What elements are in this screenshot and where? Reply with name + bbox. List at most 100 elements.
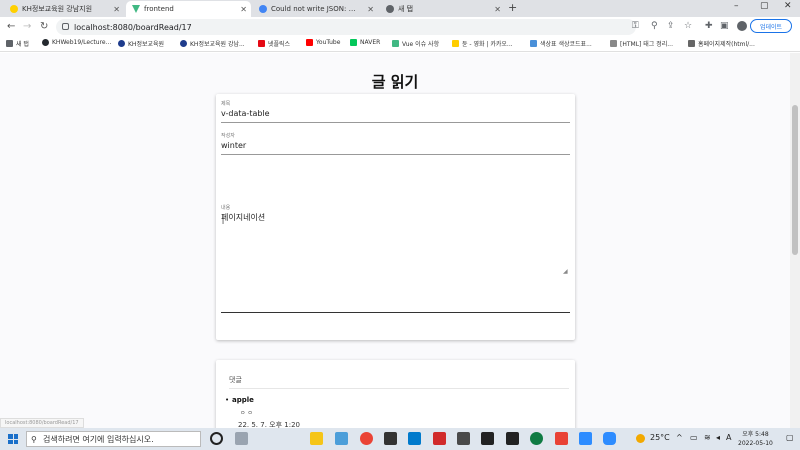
tab-label: Could not write JSON: could no (271, 5, 359, 13)
tab-could-not-write-json[interactable]: Could not write JSON: could no ✕ (253, 1, 378, 17)
content-label: 내용 (221, 205, 231, 211)
close-icon[interactable]: ✕ (240, 5, 247, 14)
scrollbar-thumb[interactable] (792, 105, 798, 255)
tab-label: KH정보교육원 강남지원 (22, 5, 93, 13)
zoom-icon[interactable] (603, 432, 616, 445)
palette-icon (530, 40, 537, 47)
files-icon[interactable] (335, 432, 348, 445)
share-icon[interactable]: ⇪ (667, 21, 675, 31)
bookmark-netflix[interactable]: 넷플릭스 (258, 39, 290, 48)
terminal-icon[interactable] (384, 432, 397, 445)
status-url: localhost:8080/boardRead/17 (0, 418, 84, 428)
task-view-icon[interactable] (210, 432, 223, 445)
comments-title: 댓글 (229, 376, 242, 384)
bookmark-dune[interactable]: 듄 - 영화 | 카카오... (452, 39, 513, 48)
widgets-icon[interactable] (235, 432, 248, 445)
bookmarks-bar: 새 탭 KHWeb19/Lecture... KH정보교육원 KH정보교육원 강… (0, 37, 800, 52)
console-icon[interactable] (506, 432, 519, 445)
comment-item: • apple (225, 396, 254, 404)
bullet-icon: • (225, 396, 230, 404)
star-icon[interactable]: ☆ (684, 21, 692, 31)
system-clock[interactable]: 오후 5:48 2022-05-10 (738, 430, 773, 448)
bookmark-vue-issue[interactable]: Vue 이슈 사항 (392, 39, 439, 48)
minimize-button[interactable]: – (734, 1, 739, 11)
weather-temp[interactable]: 25°C (650, 433, 670, 442)
content-value[interactable]: 페이지네이션 (221, 212, 570, 223)
notification-icon[interactable]: ▢ (786, 433, 794, 442)
taskbar-search-input[interactable]: ⚲ 검색하려면 여기에 입력하십시오. (26, 431, 201, 447)
page-viewport: 글 읽기 제목 v-data-table 작성자 winter 내용 페이지네이… (0, 53, 790, 428)
edge-icon[interactable] (530, 432, 543, 445)
side-panel-icon[interactable]: ▣ (720, 21, 729, 31)
bookmark-color-chart[interactable]: 색상표 색상코드표... (530, 39, 592, 48)
writer-label: 작성자 (221, 133, 235, 139)
title-field[interactable]: 제목 v-data-table (221, 100, 570, 123)
wifi-icon[interactable]: ≋ (704, 433, 711, 442)
info-icon[interactable] (62, 23, 69, 30)
vue-icon (392, 40, 399, 47)
grid-icon (6, 40, 13, 47)
resize-handle-icon[interactable]: ◢ (563, 268, 568, 275)
bookmark-label: [HTML] 태그 정리... (620, 41, 673, 48)
intellij-icon[interactable] (457, 432, 470, 445)
close-window-button[interactable]: ✕ (784, 1, 792, 11)
key-icon[interactable]: ⚿ (632, 21, 639, 31)
close-icon[interactable]: ✕ (494, 5, 501, 14)
vscode-icon[interactable] (408, 432, 421, 445)
bookmark-new-tab[interactable]: 새 탭 (6, 39, 29, 48)
bookmark-khweb19[interactable]: KHWeb19/Lecture... (42, 39, 111, 46)
title-value[interactable]: v-data-table (221, 109, 570, 123)
title-label: 제목 (221, 101, 231, 107)
bookmark-kh-gangnam[interactable]: KH정보교육원 강남... (180, 39, 245, 48)
kakaotalk-icon[interactable] (310, 432, 323, 445)
profile-avatar[interactable] (737, 21, 747, 31)
bookmark-html-tags[interactable]: [HTML] 태그 정리... (610, 39, 673, 48)
tray-arrow-icon[interactable]: ^ (676, 433, 683, 442)
update-button[interactable]: 업데이트 (750, 19, 792, 33)
tab-frontend[interactable]: frontend ✕ (126, 1, 251, 17)
tab-label: frontend (144, 5, 174, 13)
bookmark-homepage[interactable]: 홈페이지제작(html/... (688, 39, 755, 48)
bookmark-kh[interactable]: KH정보교육원 (118, 39, 164, 48)
cmd-icon[interactable] (481, 432, 494, 445)
content-textarea[interactable]: 내용 페이지네이션 (221, 204, 570, 312)
volume-icon[interactable]: ◂ (716, 433, 720, 442)
windows-start-icon[interactable] (8, 434, 18, 444)
ime-icon[interactable]: A (726, 433, 731, 442)
address-bar[interactable]: localhost:8080/boardRead/17 (56, 19, 636, 35)
zoom-icon[interactable]: ⚲ (651, 21, 658, 31)
new-tab-button[interactable]: + (508, 1, 517, 14)
search-placeholder: 검색하려면 여기에 입력하십시오. (43, 434, 154, 444)
bookmark-label: NAVER (360, 39, 381, 46)
network-icon[interactable]: ▭ (690, 433, 698, 442)
git-icon[interactable] (433, 432, 446, 445)
writer-field[interactable]: 작성자 winter (221, 132, 570, 155)
update-label: 업데이트 (759, 23, 783, 31)
tab-new-tab[interactable]: 새 탭 ✕ (380, 1, 505, 17)
vue-favicon-icon (132, 5, 140, 13)
weather-sun-icon (636, 434, 645, 443)
photos-icon[interactable] (555, 432, 568, 445)
chrome-icon[interactable] (360, 432, 373, 445)
bookmark-label: YouTube (316, 39, 341, 46)
tab-kh-gangnam[interactable]: KH정보교육원 강남지원 ✕ (4, 1, 124, 17)
comment-body: ㅇ ㅇ (240, 410, 253, 417)
content-underline (221, 312, 570, 313)
close-icon[interactable]: ✕ (367, 5, 374, 14)
extensions-icon[interactable]: ✚ (705, 21, 713, 31)
bookmark-label: Vue 이슈 사항 (402, 41, 440, 48)
comments-card: 댓글 • apple ㅇ ㅇ 22. 5. 7. 오후 1:20 (216, 360, 575, 428)
comment-date: 22. 5. 7. 오후 1:20 (238, 421, 300, 428)
kh-icon (180, 40, 187, 47)
close-icon[interactable]: ✕ (113, 5, 120, 14)
bookmark-youtube[interactable]: YouTube (306, 39, 340, 46)
maximize-button[interactable]: ▢ (760, 1, 769, 11)
back-button[interactable]: ← (7, 21, 15, 32)
tab-bar: KH정보교육원 강남지원 ✕ frontend ✕ Could not writ… (0, 0, 800, 17)
writer-value[interactable]: winter (221, 141, 570, 155)
store-icon[interactable] (579, 432, 592, 445)
reload-button[interactable]: ↻ (40, 21, 48, 32)
forward-button[interactable]: → (23, 21, 31, 32)
bookmark-naver[interactable]: NAVER (350, 39, 380, 46)
tab-label: 새 탭 (398, 5, 414, 13)
